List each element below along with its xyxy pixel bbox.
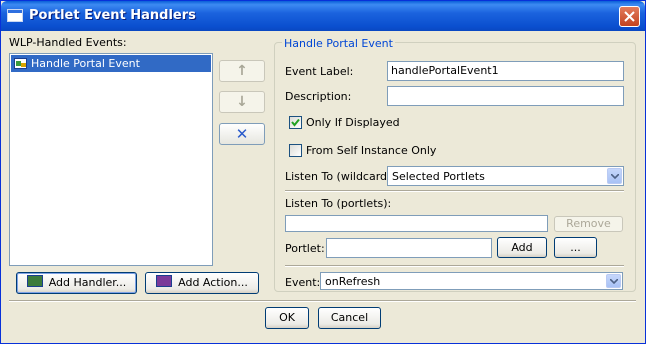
event-type-value: onRefresh	[325, 275, 381, 288]
listen-portlets-field[interactable]	[285, 215, 548, 232]
event-label-label: Event Label:	[285, 65, 354, 78]
add-action-icon	[156, 275, 173, 287]
move-up-button[interactable]: ↑	[219, 60, 265, 82]
add-handler-button[interactable]: Add Handler...	[16, 272, 137, 294]
close-button[interactable]	[619, 6, 640, 27]
listen-wildcard-value: Selected Portlets	[392, 170, 485, 183]
browse-portlet-button[interactable]: ...	[554, 237, 597, 258]
description-label: Description:	[285, 90, 352, 103]
remove-button[interactable]: Remove	[554, 216, 623, 232]
event-handler-icon	[14, 58, 27, 69]
portlet-field[interactable]	[326, 238, 492, 258]
separator	[285, 265, 624, 267]
ok-button[interactable]: OK	[265, 307, 309, 329]
add-portlet-button[interactable]: Add	[497, 237, 547, 258]
list-item-label: Handle Portal Event	[31, 57, 140, 70]
chevron-down-icon	[611, 174, 619, 179]
listen-wildcard-label: Listen To (wildcard):	[285, 170, 396, 183]
close-icon	[624, 11, 635, 22]
from-self-instance-label: From Self Instance Only	[306, 144, 437, 157]
list-item[interactable]: Handle Portal Event	[11, 55, 211, 72]
window-icon	[7, 9, 23, 22]
footer-separator	[9, 300, 636, 302]
group-title: Handle Portal Event	[282, 37, 395, 50]
move-down-button[interactable]: ↓	[219, 91, 265, 113]
events-listbox[interactable]: Handle Portal Event	[9, 53, 213, 266]
window-title: Portlet Event Handlers	[29, 8, 196, 23]
listen-wildcard-select[interactable]: Selected Portlets	[387, 166, 624, 186]
portlet-label: Portlet:	[285, 242, 325, 255]
separator	[285, 190, 624, 192]
add-handler-label: Add Handler...	[48, 276, 127, 289]
delete-x-icon: ✕	[235, 125, 249, 143]
up-arrow-icon: ↑	[236, 63, 248, 79]
chevron-down-icon	[610, 279, 618, 284]
event-type-label: Event:	[285, 276, 321, 289]
from-self-instance-checkbox[interactable]	[289, 144, 302, 157]
add-action-label: Add Action...	[178, 276, 248, 289]
events-list-label: WLP-Handled Events:	[9, 36, 127, 49]
add-handler-icon	[26, 275, 43, 287]
down-arrow-icon: ↓	[236, 94, 248, 110]
only-if-displayed-label: Only If Displayed	[306, 116, 400, 129]
checkmark-icon	[291, 118, 300, 127]
title-bar[interactable]: Portlet Event Handlers	[1, 1, 645, 31]
listen-portlets-label: Listen To (portlets):	[285, 197, 392, 210]
description-field[interactable]	[387, 86, 624, 106]
event-type-select[interactable]: onRefresh	[320, 272, 623, 290]
only-if-displayed-checkbox[interactable]	[289, 116, 302, 129]
dropdown-button[interactable]	[607, 168, 622, 184]
add-action-button[interactable]: Add Action...	[145, 272, 259, 294]
dropdown-button[interactable]	[606, 274, 621, 288]
event-label-field[interactable]: handlePortalEvent1	[387, 61, 624, 81]
cancel-button[interactable]: Cancel	[318, 307, 381, 329]
delete-button[interactable]: ✕	[219, 123, 265, 145]
